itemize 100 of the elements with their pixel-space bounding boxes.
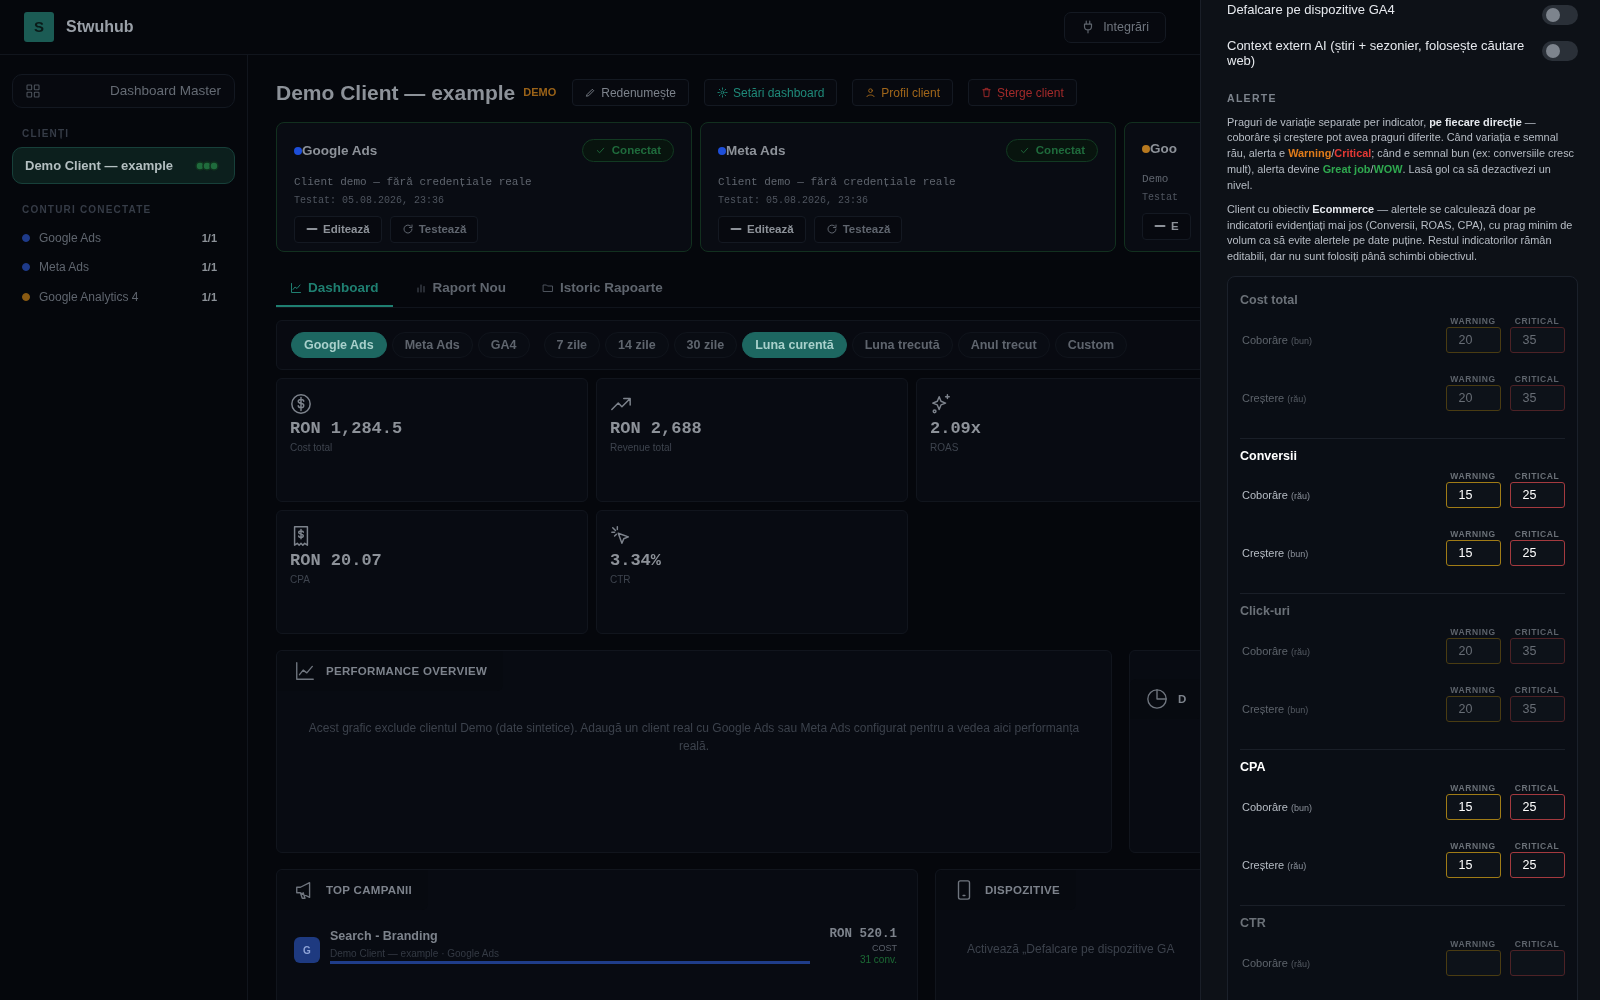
card-title: DISPOZITIVE	[985, 882, 1060, 898]
warning-field[interactable]: 20	[1445, 384, 1501, 411]
critical-field[interactable]: 25	[1509, 540, 1565, 567]
metric-label: CPA	[290, 572, 311, 587]
test-button[interactable]: Testează	[389, 215, 479, 243]
status-dots-icon	[192, 158, 222, 173]
critical-field[interactable]: 25	[1509, 482, 1565, 509]
tab[interactable]: Istoric Rapoarte	[528, 278, 677, 308]
toggle-label: Context extern AI (știri + sezonier, folosește căutare web)	[1227, 39, 1526, 69]
column-label: WARNING	[1450, 782, 1496, 794]
column-label: WARNING	[1450, 315, 1496, 327]
column-label: CRITICAL	[1514, 840, 1560, 852]
account-name[interactable]: Google Ads	[39, 228, 102, 247]
connection-description: Client demo — fără credențiale reale	[718, 175, 956, 191]
column-label: WARNING	[1450, 529, 1496, 541]
filter-chip[interactable]: Luna curentă	[742, 332, 847, 359]
filter-chip[interactable]: Meta Ads	[391, 332, 473, 359]
direction-label: Creștere (bun)	[1242, 702, 1309, 718]
filter-chip[interactable]: Custom	[1054, 332, 1128, 359]
integrations-button[interactable]: Integrări	[1064, 11, 1166, 43]
critical-field[interactable]: 35	[1509, 384, 1565, 411]
column-label: WARNING	[1450, 685, 1496, 697]
warning-field[interactable]: 20	[1445, 326, 1501, 353]
section-heading: ALERTE	[1227, 90, 1278, 106]
test-date: Testat: 05.08.2026, 23:36	[718, 193, 869, 208]
critical-field[interactable]: 25	[1509, 794, 1565, 820]
conversions-count: 31 conv.	[858, 954, 897, 967]
delete-button[interactable]: Șterge client	[968, 79, 1077, 106]
critical-field[interactable]	[1509, 949, 1565, 976]
filter-chip[interactable]: 7 zile	[543, 332, 601, 359]
indicator-name: CPA	[1240, 759, 1267, 777]
client-title: Demo Client — example	[276, 79, 516, 106]
connection-name: Google Ads	[302, 141, 378, 160]
edit-button[interactable]: E	[1142, 212, 1191, 240]
metric-label: CTR	[610, 572, 632, 587]
bar-chart-icon	[414, 282, 427, 295]
critical-field[interactable]: 35	[1509, 326, 1565, 353]
warning-field[interactable]: 15	[1445, 540, 1501, 567]
direction-label: Coborâre (rău)	[1242, 644, 1310, 660]
toggle-label: Defalcare pe dispozitive GA4	[1227, 3, 1395, 18]
metric-label: Cost total	[290, 440, 334, 455]
description-text: Client cu obiectiv Ecommerce — alertele se calculează doar pe indicatorii evidențiați mai jos (Conversii, ROAS, CPA), cu prag minim de volum ca să evite alertele pe date puține. Restul indicatorilor rămân editabili, dar nu sunt folosiți până schimbi obiectivul.	[1227, 201, 1574, 265]
filter-chip[interactable]: GA4	[477, 332, 530, 359]
settings-button[interactable]: Setări dashboard	[703, 79, 838, 106]
connection-name: Goo	[1150, 140, 1177, 158]
profile-button[interactable]: Profil client	[852, 79, 954, 106]
filter-chip[interactable]: Luna trecută	[851, 332, 953, 359]
toggle-switch[interactable]	[1542, 5, 1578, 25]
direction-label: Creștere (rău)	[1242, 390, 1307, 406]
section-heading: CONTURI CONECTATE	[22, 203, 153, 217]
column-label: CRITICAL	[1514, 782, 1560, 794]
warning-field[interactable]: 20	[1445, 696, 1501, 723]
warning-field[interactable]: 15	[1445, 794, 1501, 820]
edit-button[interactable]: Editează	[718, 215, 806, 243]
client-item[interactable]: Demo Client — example	[12, 147, 235, 184]
critical-field[interactable]: 35	[1509, 696, 1565, 723]
toggle-switch[interactable]	[1542, 41, 1578, 61]
account-count: 1/1	[201, 289, 217, 305]
column-label: CRITICAL	[1514, 471, 1560, 483]
campaign-badge: G	[294, 937, 320, 964]
demo-label: DEMO	[523, 85, 557, 101]
critical-field[interactable]: 35	[1509, 638, 1565, 665]
column-label: WARNING	[1450, 627, 1496, 639]
connection-description: Client demo — fără credențiale reale	[294, 175, 532, 191]
metric-label: Revenue total	[610, 440, 673, 455]
account-name[interactable]: Google Analytics 4	[39, 287, 139, 306]
metric-value: 2.09x	[930, 419, 982, 440]
tab[interactable]: Dashboard	[276, 278, 393, 308]
metric-label: ROAS	[930, 440, 960, 455]
edit-button[interactable]: Editează	[294, 215, 382, 243]
account-name[interactable]: Meta Ads	[39, 258, 90, 277]
refresh-icon	[825, 223, 838, 236]
filter-chip[interactable]: Anul trecut	[957, 332, 1050, 359]
filter-chip[interactable]: Google Ads	[291, 332, 387, 359]
metric-value: RON 2,688	[610, 419, 703, 440]
test-button[interactable]: Testează	[813, 215, 903, 243]
warning-field[interactable]: 20	[1445, 638, 1501, 665]
account-count: 1/1	[201, 260, 217, 275]
warning-field[interactable]: 15	[1445, 852, 1501, 878]
campaign-cost: RON 520.1	[829, 927, 897, 943]
filter-chip[interactable]: 30 zile	[673, 332, 738, 359]
folder-icon	[542, 282, 554, 295]
warning-field[interactable]	[1445, 949, 1501, 976]
column-label: CRITICAL	[1514, 685, 1560, 697]
rename-button[interactable]: Redenumește	[572, 79, 689, 106]
critical-field[interactable]: 25	[1509, 852, 1565, 878]
direction-label: Coborâre (rău)	[1242, 955, 1310, 971]
column-label: WARNING	[1450, 471, 1496, 483]
dashboard-master-button[interactable]: Dashboard Master	[12, 74, 235, 108]
column-label: WARNING	[1450, 840, 1496, 852]
warning-field[interactable]: 15	[1445, 482, 1501, 509]
tab[interactable]: Raport Nou	[400, 278, 520, 308]
metric-value: 3.34%	[610, 551, 662, 572]
cost-label: COST	[871, 942, 897, 955]
filter-chip[interactable]: 14 zile	[605, 332, 669, 359]
campaign-name: Search - Branding	[330, 928, 439, 946]
indicator-name: Conversii	[1240, 447, 1298, 465]
line-chart-icon	[290, 282, 302, 295]
direction-label: Creștere (rău)	[1242, 857, 1307, 873]
dollar-icon	[290, 393, 312, 415]
